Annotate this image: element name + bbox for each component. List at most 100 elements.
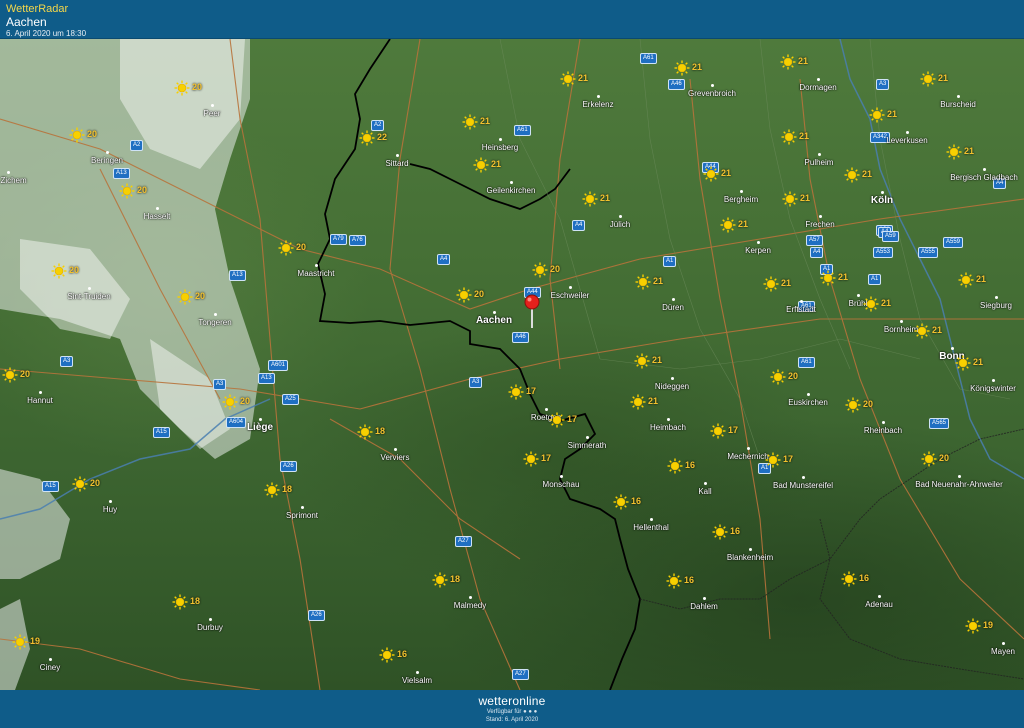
sun-icon — [72, 476, 88, 492]
city-temperature: 17 — [526, 386, 537, 396]
sun-icon — [456, 287, 472, 303]
city-temperature: 21 — [653, 276, 664, 286]
city-name: Euskirchen — [788, 398, 828, 407]
road-shield: A61 — [640, 53, 657, 64]
city-name: Sprimont — [285, 511, 319, 520]
sun-icon — [174, 80, 190, 96]
city-temperature: 17 — [567, 414, 578, 424]
sun-icon — [820, 270, 836, 286]
city-temperature: 21 — [862, 169, 873, 179]
road-shield: A59 — [882, 231, 899, 242]
wetteronline-logo[interactable]: wetteronline — [0, 690, 1024, 708]
city-name: Durbuy — [197, 623, 223, 632]
city-temperature: 21 — [938, 73, 949, 83]
city-dot — [906, 131, 909, 134]
sun-icon — [844, 167, 860, 183]
road-shield: A61 — [514, 125, 531, 136]
sun-icon — [667, 458, 683, 474]
city-name: Sint-Truiden — [67, 292, 111, 301]
city-temperature: 21 — [964, 146, 975, 156]
city-name: Bergheim — [723, 195, 759, 204]
city-temperature: 16 — [397, 649, 408, 659]
road-shield: A13 — [258, 373, 275, 384]
city-temperature: 21 — [887, 109, 898, 119]
sun-icon — [921, 451, 937, 467]
city-temperature: 16 — [730, 526, 741, 536]
city-dot — [88, 287, 91, 290]
sun-icon — [630, 394, 646, 410]
city-dot — [315, 264, 318, 267]
sun-icon — [958, 272, 974, 288]
sun-icon — [357, 424, 373, 440]
city-temperature: 21 — [692, 62, 703, 72]
city-temperature: 21 — [738, 219, 749, 229]
city-name: Frechen — [805, 220, 835, 229]
stand-text: Stand: 6. April 2020 — [485, 717, 539, 723]
city-name: Dormagen — [799, 83, 837, 92]
city-temperature: 21 — [881, 298, 892, 308]
sun-icon — [69, 127, 85, 143]
city-name: Geilenkirchen — [486, 186, 536, 195]
city-name: Bergisch Gladbach — [950, 173, 1018, 182]
city-dot — [301, 506, 304, 509]
city-dot — [749, 548, 752, 551]
road-shield: A27 — [512, 669, 529, 680]
city-dot — [469, 596, 472, 599]
sun-icon — [119, 183, 135, 199]
city-name: rel Zichem — [0, 176, 27, 185]
city-temperature: 21 — [491, 159, 502, 169]
city-dot — [704, 482, 707, 485]
header-bar: WetterRadar Aachen 6. April 2020 um 18:3… — [0, 0, 1024, 39]
sun-icon — [920, 71, 936, 87]
sun-icon — [582, 191, 598, 207]
sun-icon — [841, 571, 857, 587]
city-name: Beringen — [90, 156, 124, 165]
city-name: Verviers — [380, 453, 410, 462]
city-temperature: 20 — [788, 371, 799, 381]
city-dot — [857, 294, 860, 297]
city-temperature: 20 — [550, 264, 561, 274]
sun-icon — [946, 144, 962, 160]
weather-map[interactable]: A2 A13 A13 A3 A601 A3 A13 A25 A604 A15 A15 A26 A27 A2… — [0, 39, 1024, 690]
city-dot — [39, 391, 42, 394]
city-dot — [740, 190, 743, 193]
sun-icon — [869, 107, 885, 123]
city-name: Heinsberg — [481, 143, 519, 152]
city-dot — [881, 191, 884, 194]
city-dot — [560, 475, 563, 478]
city-name: Erftstadt — [786, 305, 816, 314]
sun-icon — [12, 634, 28, 650]
city-dot — [951, 347, 954, 350]
sun-icon — [523, 451, 539, 467]
city-dot — [510, 181, 513, 184]
city-dot — [650, 518, 653, 521]
city-temperature: 21 — [800, 193, 811, 203]
city-dot — [992, 379, 995, 382]
sun-icon — [359, 130, 375, 146]
city-temperature: 21 — [648, 396, 659, 406]
road-shield: A604 — [226, 417, 247, 428]
city-temperature: 16 — [859, 573, 870, 583]
sun-icon — [432, 572, 448, 588]
city-temperature: 20 — [20, 369, 31, 379]
sun-icon — [508, 384, 524, 400]
city-dot — [882, 421, 885, 424]
road-shield: A553 — [873, 247, 894, 258]
availability-text: Verfügbar für ● ● ● — [486, 709, 538, 715]
road-shield: A15 — [153, 427, 170, 438]
road-shield: A3 — [469, 377, 483, 388]
city-dot — [416, 671, 419, 674]
city-name: Liège — [246, 422, 274, 433]
road-shield: A601 — [268, 360, 289, 371]
city-temperature: 20 — [939, 453, 950, 463]
city-name: Siegburg — [979, 301, 1013, 310]
city-name: Königswinter — [970, 384, 1016, 393]
city-temperature: 20 — [69, 265, 80, 275]
road-shield: A3 — [876, 79, 890, 90]
city-name: Grevenbroich — [687, 89, 737, 98]
city-name: Leverkusen — [886, 136, 928, 145]
location-pin-icon[interactable] — [523, 294, 541, 328]
city-dot — [995, 296, 998, 299]
city-dot — [597, 95, 600, 98]
city-temperature: 18 — [450, 574, 461, 584]
